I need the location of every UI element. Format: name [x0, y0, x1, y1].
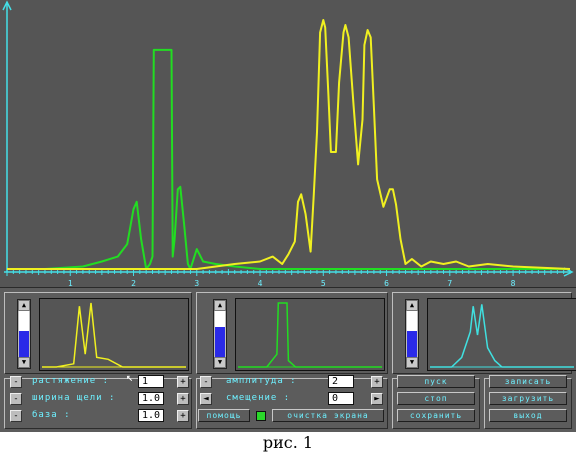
clear-indicator-icon[interactable] — [256, 411, 266, 421]
channel-3-level — [407, 331, 417, 359]
base-minus-button[interactable]: - — [10, 410, 22, 422]
scroll-up-icon[interactable]: ▲ — [214, 300, 226, 311]
offset-right-button[interactable]: ► — [371, 393, 383, 405]
cyan-mini-line — [430, 304, 574, 368]
scroll-down-icon[interactable]: ▼ — [18, 357, 30, 368]
channel-3-chart — [430, 304, 574, 368]
scroll-down-icon[interactable]: ▼ — [406, 357, 418, 368]
amplitude-plus-button[interactable]: + — [371, 376, 383, 388]
channel-1-chart — [42, 302, 186, 368]
main-series — [7, 19, 571, 270]
channel-2-section: ▲ ▼ — [196, 292, 388, 374]
green-spectrum-line — [44, 48, 570, 270]
channel-1-level — [19, 331, 29, 359]
x-tick-label: 8 — [511, 279, 516, 287]
exit-button[interactable]: выход — [489, 409, 567, 422]
x-tick-labels: 1 2 3 4 5 6 7 8 — [68, 279, 516, 287]
stretch-plus-button[interactable]: + — [177, 376, 189, 388]
channel-2-level — [215, 327, 225, 359]
channel-3-preview — [427, 298, 576, 371]
app-screen: 1 2 3 4 5 6 7 8 ▲ ▼ ▲ ▼ ▲ ▼ - растяжение: 1 + … — [0, 0, 576, 432]
x-tick-label: 1 — [68, 279, 73, 287]
offset-field[interactable]: 0 — [328, 392, 354, 405]
figure-caption: рис. 1 — [262, 433, 314, 452]
save-button[interactable]: сохранить — [397, 409, 475, 422]
stretch-minus-button[interactable]: - — [10, 376, 22, 388]
amplitude-minus-button[interactable]: - — [200, 376, 212, 388]
start-button[interactable]: пуск — [397, 375, 475, 388]
slit-label: ширина щели : — [32, 393, 116, 403]
amplitude-field[interactable]: 2 — [328, 375, 354, 388]
channel-3-section: ▲ ▼ — [392, 292, 576, 374]
offset-label: смещение : — [226, 393, 291, 403]
scroll-down-icon[interactable]: ▼ — [214, 357, 226, 368]
yellow-mini-line — [42, 302, 186, 368]
channel-1-preview — [39, 298, 189, 371]
yellow-spectrum-line — [7, 19, 571, 270]
channel-2-scrollbar[interactable]: ▲ ▼ — [213, 299, 227, 369]
channel-2-preview — [235, 298, 385, 371]
x-tick-label: 6 — [384, 279, 389, 287]
channel-3-scrollbar[interactable]: ▲ ▼ — [405, 299, 419, 369]
control-panel: ▲ ▼ ▲ ▼ ▲ ▼ - растяжение: 1 + - амплиту… — [0, 287, 576, 432]
help-button[interactable]: помощь — [198, 409, 250, 422]
stretch-label: растяжение : — [32, 376, 110, 386]
x-tick-label: 5 — [321, 279, 326, 287]
stretch-field[interactable]: 1 — [138, 375, 164, 388]
base-plus-button[interactable]: + — [177, 410, 189, 422]
load-button[interactable]: загрузить — [489, 392, 567, 405]
slit-plus-button[interactable]: + — [177, 393, 189, 405]
offset-left-button[interactable]: ◄ — [200, 393, 212, 405]
base-label: база : — [32, 410, 71, 420]
channel-1-scrollbar[interactable]: ▲ ▼ — [17, 299, 31, 369]
scroll-up-icon[interactable]: ▲ — [18, 300, 30, 311]
channel-1-section: ▲ ▼ — [4, 292, 192, 374]
base-field[interactable]: 1.0 — [138, 409, 164, 422]
slit-field[interactable]: 1.0 — [138, 392, 164, 405]
channel-2-chart — [238, 302, 382, 368]
stop-button[interactable]: стоп — [397, 392, 475, 405]
x-tick-label: 2 — [131, 279, 136, 287]
x-tick-label: 7 — [447, 279, 452, 287]
green-mini-line — [238, 302, 382, 368]
amplitude-label: амплитуда : — [226, 376, 297, 386]
x-tick-label: 4 — [258, 279, 263, 287]
slit-minus-button[interactable]: - — [10, 393, 22, 405]
main-spectrum-chart: 1 2 3 4 5 6 7 8 — [2, 0, 574, 287]
write-button[interactable]: записать — [489, 375, 567, 388]
x-tick-label: 3 — [194, 279, 199, 287]
clear-screen-button[interactable]: очистка экрана — [272, 409, 384, 422]
scroll-up-icon[interactable]: ▲ — [406, 300, 418, 311]
mouse-pointer-icon: ↖ — [126, 370, 134, 384]
